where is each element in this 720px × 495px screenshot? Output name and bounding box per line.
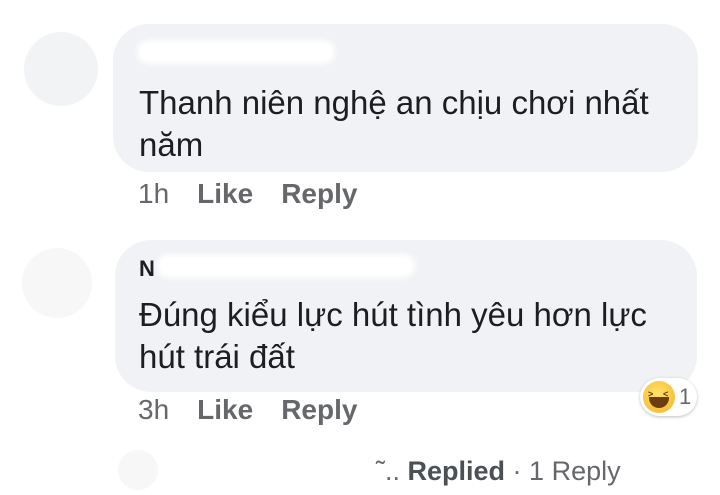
reaction-count: 1 <box>679 384 692 409</box>
comment-1: Thanh niên nghệ an chịu chơi nhất năm 1h… <box>0 0 720 210</box>
commenter-avatar[interactable] <box>22 248 92 318</box>
commenter-name-fragment[interactable]: N <box>139 256 156 282</box>
separator: · <box>505 456 530 486</box>
reply-button[interactable]: Reply <box>281 394 357 426</box>
commenter-avatar[interactable] <box>24 32 98 106</box>
laughing-emoji-icon: > < <box>643 381 675 413</box>
comment-2: N Đúng kiểu lực hút tình yêu hơn lực hút… <box>0 210 720 440</box>
like-button[interactable]: Like <box>197 178 253 210</box>
redacted-name[interactable] <box>161 258 411 274</box>
replier-name-fragment: ˜.. <box>376 456 400 486</box>
comment-bubble: Thanh niên nghệ an chịu chơi nhất năm <box>113 24 698 172</box>
reaction-badge[interactable]: > < 1 <box>640 378 698 416</box>
replied-label: Replied <box>407 456 506 486</box>
comment-bubble: N Đúng kiểu lực hút tình yêu hơn lực hút… <box>115 240 697 392</box>
comment-timestamp[interactable]: 3h <box>138 394 169 426</box>
reply-count: 1 Reply <box>529 456 621 486</box>
comment-actions: 1h Like Reply <box>138 178 357 210</box>
reply-button[interactable]: Reply <box>281 178 357 210</box>
like-button[interactable]: Like <box>197 394 253 426</box>
redacted-name[interactable] <box>141 44 331 60</box>
comment-text: Đúng kiểu lực hút tình yêu hơn lực hút t… <box>139 296 647 375</box>
comment-text: Thanh niên nghệ an chịu chơi nhất năm <box>139 84 649 163</box>
comment-timestamp[interactable]: 1h <box>138 178 169 210</box>
view-replies-link[interactable]: ˜.. Replied · 1 Reply <box>376 456 621 487</box>
reply-avatar-stub <box>118 450 158 490</box>
comment-actions: 3h Like Reply <box>138 394 357 426</box>
